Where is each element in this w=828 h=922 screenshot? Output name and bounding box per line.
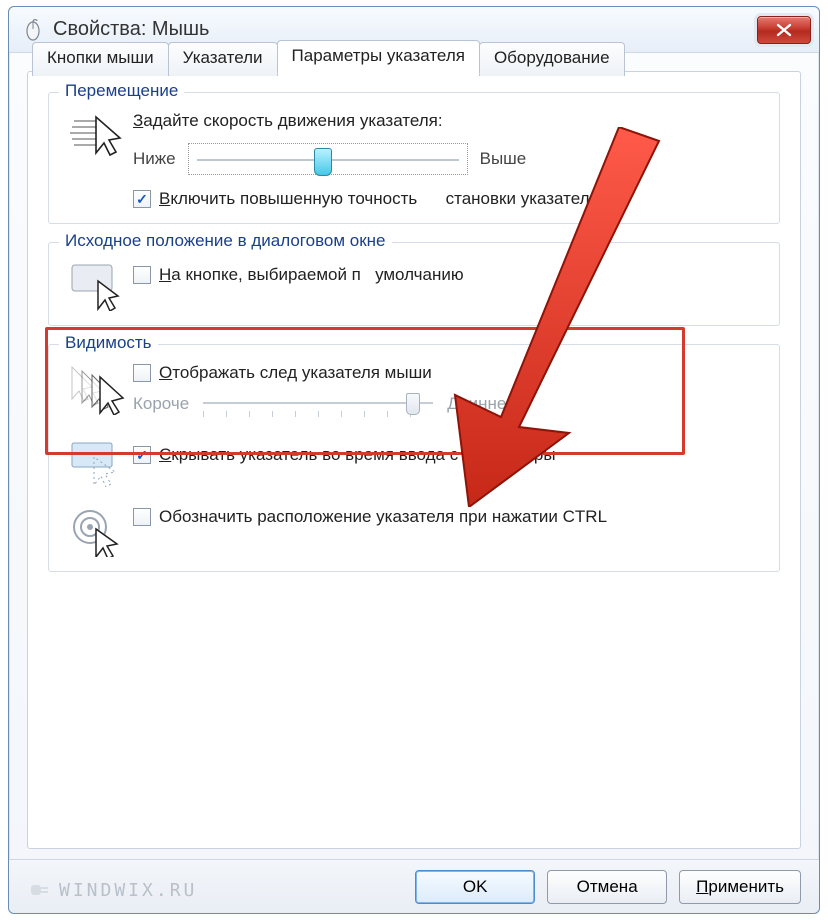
pointer-trail-slider[interactable] (203, 391, 433, 417)
group-visibility-legend: Видимость (59, 333, 158, 353)
pointer-trail-label: Отображать след указателя мыши (159, 363, 432, 383)
hide-while-typing-label: Скрывать указатель во время ввода с клав… (159, 445, 556, 465)
watermark-text: WINDWIX.RU (59, 880, 197, 901)
hide-while-typing-checkbox[interactable] (133, 446, 151, 464)
tab-strip: Кнопки мыши Указатели Параметры указател… (32, 42, 796, 76)
group-visibility: Видимость (48, 344, 780, 572)
pointer-trail-checkbox[interactable] (133, 364, 151, 382)
slider-fast-label: Выше (480, 149, 527, 169)
enhance-precision-label: Включить повышенную точность становки ук… (159, 189, 599, 209)
apply-button[interactable]: Применить (679, 870, 801, 904)
tab-panel: Кнопки мыши Указатели Параметры указател… (27, 71, 801, 849)
slider-slow-label: Ниже (133, 149, 176, 169)
tab-pointer-options[interactable]: Параметры указателя (277, 40, 480, 74)
mouse-icon (21, 18, 45, 42)
snap-to-icon (70, 263, 126, 311)
ok-button[interactable]: OK (415, 870, 535, 904)
close-button[interactable] (757, 16, 811, 44)
ctrl-locate-label: Обозначить расположение указателя при на… (159, 507, 607, 527)
enhance-precision-checkbox[interactable] (133, 190, 151, 208)
tab-pointers[interactable]: Указатели (168, 42, 278, 76)
tab-body: Перемещение (28, 78, 800, 848)
ctrl-locate-icon (70, 507, 126, 557)
trail-short-label: Короче (133, 394, 189, 414)
pointer-speed-slider[interactable] (188, 143, 468, 175)
group-snap-to: Исходное положение в диалоговом окне (48, 242, 780, 326)
trail-long-label: Длиннее (447, 394, 516, 414)
dialog-button-bar: WINDWIX.RU OK Отмена Применить (9, 859, 819, 913)
watermark: WINDWIX.RU (29, 879, 197, 901)
cancel-button[interactable]: Отмена (547, 870, 667, 904)
dialog-window: Свойства: Мышь Кнопки мыши Указатели Пар… (8, 6, 820, 914)
snap-to-label: На кнопке, выбираемой п умолчанию (159, 265, 464, 285)
group-motion: Перемещение (48, 92, 780, 224)
tab-buttons[interactable]: Кнопки мыши (32, 42, 169, 76)
window-title: Свойства: Мышь (53, 18, 757, 41)
pointer-speed-label: Задайте скорость движения указателя: (133, 111, 765, 131)
pointer-speed-icon (70, 113, 126, 159)
ctrl-locate-checkbox[interactable] (133, 508, 151, 526)
hide-while-typing-icon (70, 441, 126, 487)
snap-to-checkbox[interactable] (133, 266, 151, 284)
close-icon (776, 23, 792, 37)
group-snap-legend: Исходное положение в диалоговом окне (59, 231, 392, 251)
pointer-trail-icon (68, 365, 128, 415)
group-motion-legend: Перемещение (59, 81, 184, 101)
plug-icon (29, 879, 51, 901)
tab-hardware[interactable]: Оборудование (479, 42, 625, 76)
